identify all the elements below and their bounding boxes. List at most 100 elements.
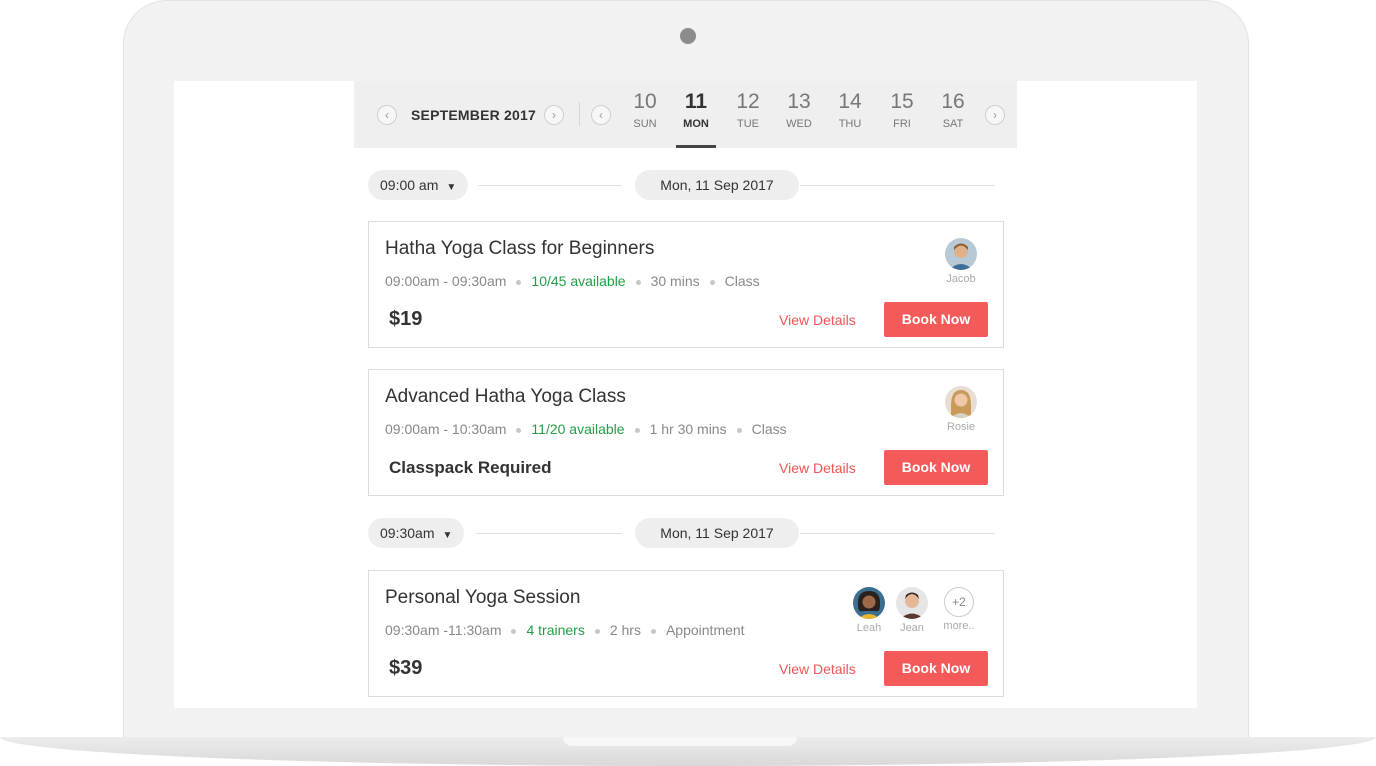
separator-dot <box>634 427 640 433</box>
availability: 10/45 available <box>531 273 626 289</box>
trainer-name: Jean <box>900 622 924 634</box>
date-label: Mon, 11 Sep 2017 <box>635 170 799 200</box>
trainer[interactable]: Leah <box>847 587 891 634</box>
book-now-button[interactable]: Book Now <box>884 651 988 686</box>
day-name: MON <box>683 118 709 130</box>
prev-week-button[interactable]: ‹ <box>591 105 611 125</box>
day-number: 16 <box>941 90 965 113</box>
class-kind: Class <box>751 421 787 437</box>
separator-dot <box>736 427 742 433</box>
book-now-button[interactable]: Book Now <box>884 302 988 337</box>
time-group-header: 09:30am ▼ Mon, 11 Sep 2017 <box>368 518 995 548</box>
time-group-header: 09:00 am ▼ Mon, 11 Sep 2017 <box>368 170 995 200</box>
laptop-notch <box>563 737 797 746</box>
active-day-indicator <box>676 145 716 148</box>
trainer[interactable]: Rosie <box>939 386 983 433</box>
booking-screen: ‹ SEPTEMBER 2017 › ‹ 10 SUN 11 MON 12 TU… <box>174 81 1197 708</box>
class-kind: Class <box>724 273 760 289</box>
month-label: SEPTEMBER 2017 <box>411 107 536 123</box>
separator-dot <box>516 279 522 285</box>
divider-line <box>478 185 622 186</box>
time-select[interactable]: 09:00 am ▼ <box>368 170 469 200</box>
more-trainers-count: +2 <box>944 587 974 617</box>
day-name: THU <box>838 118 862 130</box>
class-kind: Appointment <box>665 622 745 638</box>
class-title: Personal Yoga Session <box>385 587 581 608</box>
class-card: Hatha Yoga Class for Beginners 09:00am -… <box>368 221 1004 348</box>
day-number: 14 <box>838 90 862 113</box>
more-trainers-label: more.. <box>943 620 975 632</box>
duration: 1 hr 30 mins <box>649 421 727 437</box>
time-range: 09:00am - 09:30am <box>385 273 507 289</box>
class-title: Advanced Hatha Yoga Class <box>385 386 626 407</box>
view-details-link[interactable]: View Details <box>779 460 856 476</box>
day-name: TUE <box>737 118 759 130</box>
day-fri[interactable]: 15 FRI <box>880 89 924 130</box>
day-number: 10 <box>633 90 657 113</box>
class-price: $39 <box>389 657 423 679</box>
chevron-left-icon: ‹ <box>599 108 603 122</box>
divider <box>579 102 580 126</box>
time-range: 09:30am -11:30am <box>385 622 502 638</box>
trainer-name: Leah <box>856 622 882 634</box>
chevron-down-icon: ▼ <box>442 530 453 541</box>
separator-dot <box>511 628 517 634</box>
date-label: Mon, 11 Sep 2017 <box>635 518 799 548</box>
class-title: Hatha Yoga Class for Beginners <box>385 238 655 259</box>
day-name: SAT <box>942 118 964 130</box>
separator-dot <box>650 628 656 634</box>
separator-dot <box>709 279 715 285</box>
chevron-down-icon: ▼ <box>446 182 457 193</box>
view-details-link[interactable]: View Details <box>779 661 856 677</box>
day-sat[interactable]: 16 SAT <box>931 89 975 130</box>
more-trainers[interactable]: +2 more.. <box>937 587 981 632</box>
laptop-camera <box>680 28 696 44</box>
divider-line <box>476 533 622 534</box>
trainer-avatar <box>896 587 928 619</box>
class-meta: 09:00am - 10:30am 11/20 available 1 hr 30 … <box>385 421 787 437</box>
divider-line <box>800 185 995 186</box>
trainer-name: Jacob <box>946 273 976 285</box>
day-number: 12 <box>736 90 760 113</box>
day-sun[interactable]: 10 SUN <box>623 89 667 130</box>
day-thu[interactable]: 14 THU <box>828 89 872 130</box>
book-now-button[interactable]: Book Now <box>884 450 988 485</box>
separator-dot <box>594 628 600 634</box>
trainer-avatar <box>853 587 885 619</box>
class-price: Classpack Required <box>389 458 552 477</box>
availability: 4 trainers <box>526 622 585 638</box>
trainer[interactable]: Jacob <box>939 238 983 285</box>
separator-dot <box>635 279 641 285</box>
class-meta: 09:00am - 09:30am 10/45 available 30 mins C… <box>385 273 760 289</box>
time-value: 09:30am <box>380 525 435 541</box>
day-name: SUN <box>633 118 657 130</box>
time-select[interactable]: 09:30am ▼ <box>368 518 465 548</box>
next-week-button[interactable]: › <box>985 105 1005 125</box>
availability: 11/20 available <box>531 421 625 437</box>
trainer-avatar <box>945 386 977 418</box>
divider-line <box>800 533 995 534</box>
day-number: 11 <box>684 90 708 113</box>
separator-dot <box>516 427 522 433</box>
day-tue[interactable]: 12 TUE <box>726 89 770 130</box>
date-navigation-bar: ‹ SEPTEMBER 2017 › ‹ 10 SUN 11 MON 12 TU… <box>354 81 1017 148</box>
chevron-left-icon: ‹ <box>385 108 389 122</box>
class-price: $19 <box>389 308 423 330</box>
day-number: 13 <box>787 90 811 113</box>
view-details-link[interactable]: View Details <box>779 312 856 328</box>
duration: 30 mins <box>650 273 700 289</box>
day-number: 15 <box>890 90 914 113</box>
day-mon[interactable]: 11 MON <box>674 89 718 130</box>
day-wed[interactable]: 13 WED <box>777 89 821 130</box>
next-month-button[interactable]: › <box>544 105 564 125</box>
day-name: FRI <box>893 118 911 130</box>
class-meta: 09:30am -11:30am 4 trainers 2 hrs Appointme… <box>385 622 745 638</box>
trainer[interactable]: Jean <box>890 587 934 634</box>
day-name: WED <box>786 118 812 130</box>
time-value: 09:00 am <box>380 177 439 193</box>
trainer-name: Rosie <box>946 421 976 433</box>
class-card: Personal Yoga Session 09:30am -11:30am 4 … <box>368 570 1004 697</box>
chevron-right-icon: › <box>993 108 997 122</box>
class-card: Advanced Hatha Yoga Class 09:00am - 10:3… <box>368 369 1004 496</box>
prev-month-button[interactable]: ‹ <box>377 105 397 125</box>
